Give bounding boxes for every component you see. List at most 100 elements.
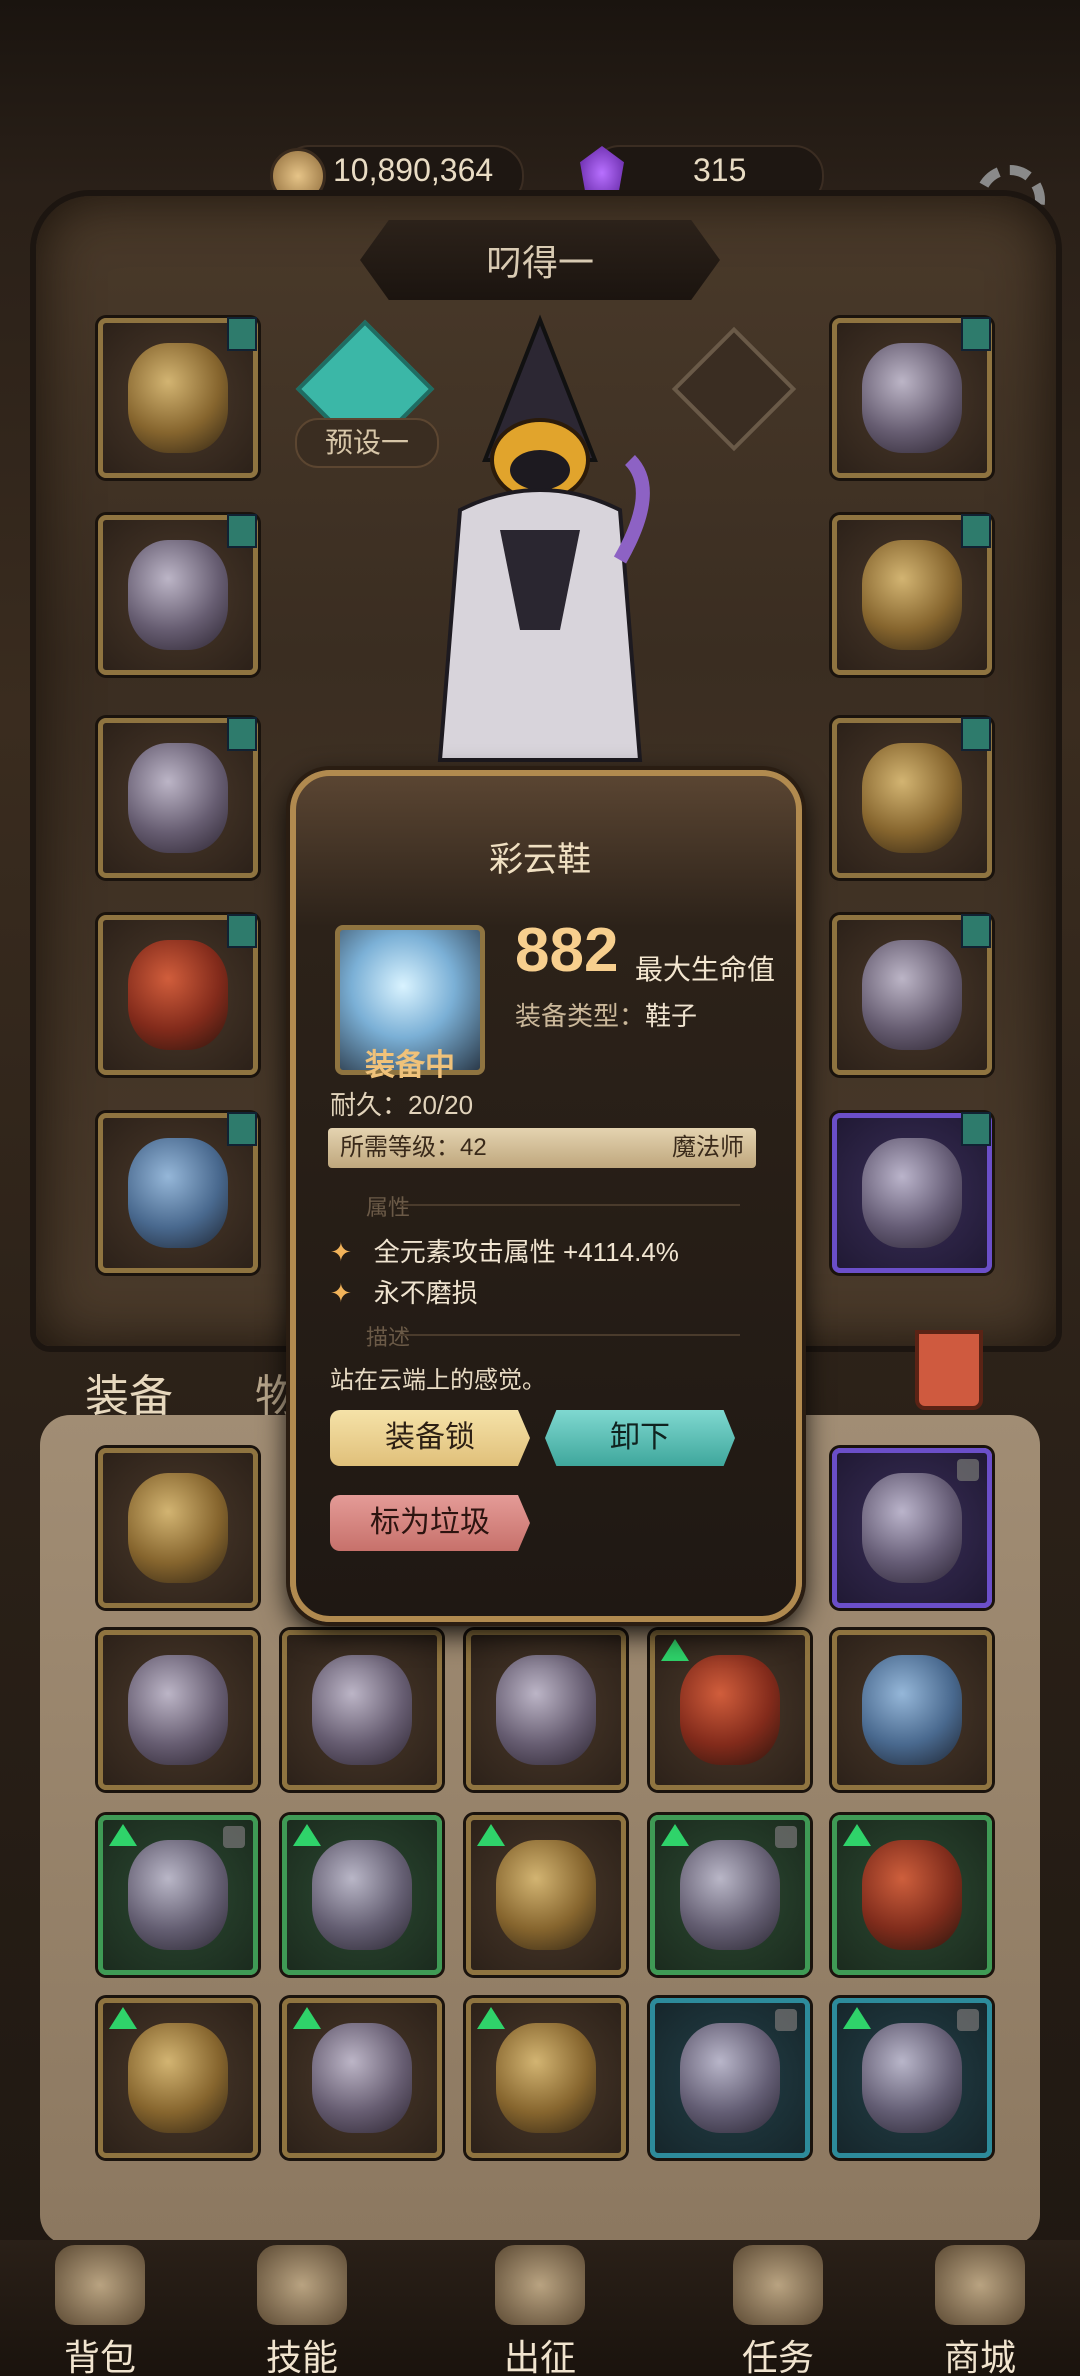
inventory-slot[interactable] bbox=[282, 1815, 442, 1975]
trash-icon[interactable] bbox=[915, 1330, 983, 1410]
upgrade-arrow-icon bbox=[661, 1824, 689, 1846]
equip-slot-cloak[interactable] bbox=[98, 717, 258, 878]
pants-icon bbox=[128, 940, 228, 1050]
ring-icon bbox=[128, 1840, 228, 1950]
necklace-icon bbox=[862, 343, 962, 453]
equipment-type-value: 鞋子 bbox=[645, 1001, 698, 1031]
star-icon: ✦ bbox=[330, 1278, 352, 1308]
durability: 耐久：20/20 bbox=[330, 1090, 474, 1120]
nav-quests[interactable]: 任务 bbox=[703, 2245, 853, 2376]
inventory-slot[interactable] bbox=[466, 1815, 626, 1975]
ring-icon bbox=[862, 743, 962, 853]
inventory-slot[interactable] bbox=[466, 1630, 626, 1790]
description-header: 描述 bbox=[330, 1320, 760, 1350]
equip-slot-helmet[interactable] bbox=[98, 317, 258, 478]
description-header-text: 描述 bbox=[366, 1325, 411, 1350]
necklace-icon bbox=[680, 1840, 780, 1950]
hood-icon bbox=[862, 1840, 962, 1950]
shoes-icon bbox=[128, 1138, 228, 1248]
pants-icon bbox=[496, 1655, 596, 1765]
mark-trash-button[interactable]: 标为垃圾 bbox=[330, 1495, 530, 1551]
lock-icon bbox=[957, 2009, 979, 2031]
equipped-label: 装备中 bbox=[365, 1049, 455, 1082]
lock-icon bbox=[775, 2009, 797, 2031]
lock-icon bbox=[775, 1826, 797, 1848]
set-flag-icon bbox=[961, 1112, 991, 1146]
set-flag-icon bbox=[227, 717, 257, 751]
upgrade-arrow-icon bbox=[293, 2007, 321, 2029]
upgrade-arrow-icon bbox=[661, 1639, 689, 1661]
upgrade-arrow-icon bbox=[843, 2007, 871, 2029]
nav-backpack[interactable]: 背包 bbox=[25, 2245, 175, 2376]
unequip-button[interactable]: 卸下 bbox=[545, 1410, 735, 1466]
inventory-slot[interactable] bbox=[282, 1998, 442, 2158]
equip-slot-armor[interactable] bbox=[98, 514, 258, 675]
upgrade-arrow-icon bbox=[477, 1824, 505, 1846]
equip-slot-staff[interactable] bbox=[832, 914, 992, 1075]
nav-label: 商城 bbox=[943, 2337, 1016, 2376]
inventory-slot[interactable] bbox=[466, 1998, 626, 2158]
attributes-header: 属性 bbox=[330, 1190, 760, 1220]
inventory-slot[interactable] bbox=[98, 1630, 258, 1790]
inventory-slot[interactable] bbox=[650, 1998, 810, 2158]
attributes-header-text: 属性 bbox=[366, 1195, 411, 1220]
upgrade-arrow-icon bbox=[109, 1824, 137, 1846]
attribute-line: ✦ 永不磨损 bbox=[330, 1273, 478, 1310]
lock-icon bbox=[957, 1459, 979, 1481]
amulet-icon bbox=[128, 1655, 228, 1765]
backpack-icon bbox=[55, 2245, 145, 2325]
inventory-slot[interactable] bbox=[650, 1630, 810, 1790]
inventory-slot[interactable] bbox=[832, 1630, 992, 1790]
item-name: 彩云鞋 bbox=[489, 841, 591, 879]
set-flag-icon bbox=[961, 514, 991, 548]
equip-slot-shoes[interactable] bbox=[98, 1112, 258, 1273]
spear-icon bbox=[312, 1655, 412, 1765]
inventory-slot[interactable] bbox=[98, 1815, 258, 1975]
robe-icon bbox=[128, 2023, 228, 2133]
inventory-slot[interactable] bbox=[832, 1448, 992, 1608]
attribute-text: 全元素攻击属性 +4114.4% bbox=[373, 1237, 679, 1267]
equipment-type-label: 装备类型： bbox=[515, 1001, 646, 1031]
hat-icon bbox=[862, 1473, 962, 1583]
item-detail-popup: 彩云鞋 装备中 882 最大生命值 装备类型：鞋子 耐久：20/20 所需等级：… bbox=[290, 770, 802, 1622]
upgrade-arrow-icon bbox=[109, 2007, 137, 2029]
set-flag-icon bbox=[227, 514, 257, 548]
nav-skills[interactable]: 技能 bbox=[227, 2245, 377, 2376]
armor-icon bbox=[128, 540, 228, 650]
equip-slot-offhand[interactable] bbox=[832, 1112, 992, 1273]
nav-label: 出征 bbox=[503, 2337, 576, 2376]
inventory-slot[interactable] bbox=[98, 1448, 258, 1608]
set-flag-icon bbox=[961, 717, 991, 751]
equip-lock-button[interactable]: 装备锁 bbox=[330, 1410, 530, 1466]
coat-icon bbox=[680, 1655, 780, 1765]
inventory-slot[interactable] bbox=[832, 1815, 992, 1975]
staff-icon bbox=[680, 2023, 780, 2133]
staff-icon bbox=[862, 940, 962, 1050]
scroll-icon bbox=[733, 2245, 823, 2325]
required-level: 所需等级：42 bbox=[340, 1134, 487, 1161]
upgrade-arrow-icon bbox=[477, 2007, 505, 2029]
attribute-line: ✦ 全元素攻击属性 +4114.4% bbox=[330, 1232, 679, 1269]
gloves-icon bbox=[312, 1840, 412, 1950]
amulet-icon bbox=[128, 1473, 228, 1583]
inventory-slot[interactable] bbox=[832, 1998, 992, 2158]
boots-icon bbox=[862, 2023, 962, 2133]
pants-icon bbox=[312, 2023, 412, 2133]
equip-slot-necklace[interactable] bbox=[832, 317, 992, 478]
set-flag-icon bbox=[227, 914, 257, 948]
cloak-icon bbox=[496, 1840, 596, 1950]
skill-book-icon bbox=[257, 2245, 347, 2325]
inventory-slot[interactable] bbox=[98, 1998, 258, 2158]
inventory-slot[interactable] bbox=[282, 1630, 442, 1790]
stat-name: 最大生命值 bbox=[635, 954, 776, 985]
set-flag-icon bbox=[227, 1112, 257, 1146]
equip-slot-pants[interactable] bbox=[98, 914, 258, 1075]
helmet-icon bbox=[128, 343, 228, 453]
nav-expedition[interactable]: 出征 bbox=[465, 2245, 615, 2376]
equip-slot-ring[interactable] bbox=[832, 717, 992, 878]
nav-label: 任务 bbox=[741, 2337, 814, 2376]
nav-shop[interactable]: 商城 bbox=[905, 2245, 1055, 2376]
equip-slot-gloves[interactable] bbox=[832, 514, 992, 675]
set-flag-icon bbox=[961, 317, 991, 351]
inventory-slot[interactable] bbox=[650, 1815, 810, 1975]
